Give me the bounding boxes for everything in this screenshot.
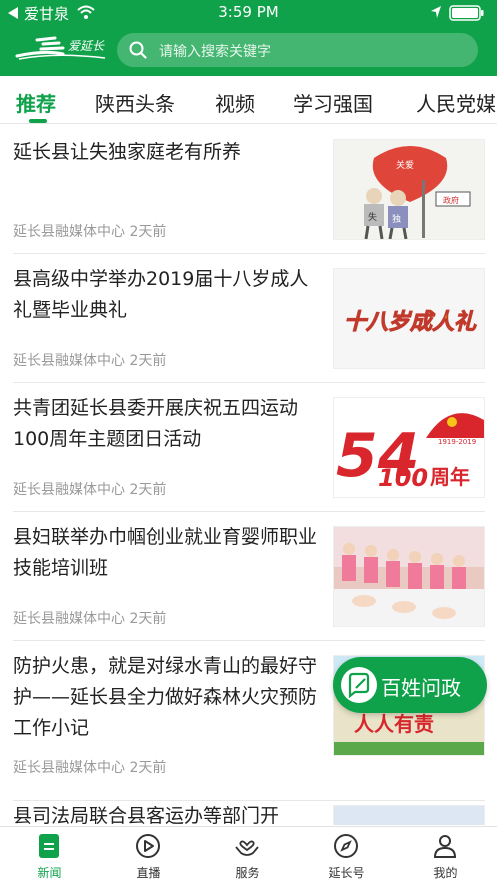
nav-news-label: 新闻 xyxy=(37,866,62,880)
active-tab-indicator xyxy=(29,119,47,123)
location-arrow-icon xyxy=(431,6,441,18)
compass-icon xyxy=(334,834,358,858)
tab-xuexi-qiangguo[interactable]: 学习强国 xyxy=(293,88,373,117)
nav-news[interactable]: 新闻 xyxy=(0,827,99,883)
tab-peoples-party-media[interactable]: 人民党媒 xyxy=(416,88,496,117)
news-title: 共青团延长县委开展庆祝五四运动100周年主题团日活动 xyxy=(13,397,299,450)
nav-service-label: 服务 xyxy=(235,866,260,880)
news-source: 延长县融媒体中心 xyxy=(13,760,125,776)
nav-service[interactable]: 服务 xyxy=(198,827,297,883)
thumb-100-text: 100 xyxy=(378,464,428,492)
news-time: 2天前 xyxy=(129,611,167,627)
search-icon xyxy=(129,41,147,59)
news-icon xyxy=(39,834,59,858)
partial-thumbnail xyxy=(334,806,484,825)
news-item[interactable]: 共青团延长县委开展庆祝五四运动100周年主题团日活动 延长县融媒体中心 2天前 … xyxy=(13,383,485,512)
may-fourth-centennial-illustration: 1919-2019 54 100 周年 xyxy=(334,398,484,497)
care-elderly-illustration: 关爱 政府 失 独 xyxy=(334,140,484,239)
news-thumbnail: 1919-2019 54 100 周年 xyxy=(333,397,485,498)
news-source: 延长县融媒体中心 xyxy=(13,611,125,627)
logo-text: 爱延长 xyxy=(68,39,105,53)
news-item[interactable]: 延长县让失独家庭老有所养 延长县融媒体中心 2天前 关爱 政府 失 独 xyxy=(13,125,485,254)
person-icon xyxy=(433,835,457,858)
top-bar: 爱甘泉 3:59 PM 爱延长 请输入搜索关键字 xyxy=(0,0,497,76)
news-meta: 延长县融媒体中心 2天前 xyxy=(13,757,166,777)
news-title: 县妇联举办巾帼创业就业育婴师职业技能培训班 xyxy=(13,526,318,579)
news-thumbnail: 十八岁成人礼 xyxy=(333,268,485,369)
nav-live-label: 直播 xyxy=(136,866,161,880)
nanny-training-photo xyxy=(334,527,484,626)
news-meta: 延长县融媒体中心 2天前 xyxy=(13,350,166,370)
news-thumbnail xyxy=(333,805,485,825)
news-time: 2天前 xyxy=(129,482,167,498)
news-thumbnail: 关爱 政府 失 独 xyxy=(333,139,485,240)
news-item[interactable]: 县高级中学举办2019届十八岁成人礼暨毕业典礼 延长县融媒体中心 2天前 十八岁… xyxy=(13,254,485,383)
news-time: 2天前 xyxy=(129,224,167,240)
nav-live[interactable]: 直播 xyxy=(99,827,198,883)
status-bar: 爱甘泉 3:59 PM xyxy=(0,0,497,26)
public-inquiry-label: 百姓问政 xyxy=(381,676,461,700)
news-meta: 延长县融媒体中心 2天前 xyxy=(13,608,166,628)
tab-shaanxi-headlines[interactable]: 陕西头条 xyxy=(95,88,175,117)
news-item[interactable]: 县妇联举办巾帼创业就业育婴师职业技能培训班 延长县融媒体中心 2天前 xyxy=(13,512,485,641)
news-source: 延长县融媒体中心 xyxy=(13,482,125,498)
edit-bubble-icon xyxy=(341,667,377,703)
nav-yanchang-account-label: 延长号 xyxy=(328,866,365,880)
public-inquiry-button[interactable]: 百姓问政 xyxy=(333,657,487,713)
search-placeholder: 请输入搜索关键字 xyxy=(159,44,271,60)
nav-mine[interactable]: 我的 xyxy=(396,827,495,883)
thumb-figure-1-text: 失 xyxy=(368,211,377,223)
news-meta: 延长县融媒体中心 2天前 xyxy=(13,221,166,241)
news-time: 2天前 xyxy=(129,353,167,369)
tab-recommend[interactable]: 推荐 xyxy=(16,88,56,117)
service-heart-hand-icon xyxy=(235,840,259,856)
news-time: 2天前 xyxy=(129,760,167,776)
thumb-figure-2-text: 独 xyxy=(392,213,401,225)
bottom-nav: 新闻 直播 服务 延长号 我的 xyxy=(0,826,497,883)
channel-tabs: 推荐 陕西头条 视频 学习强国 人民党媒 xyxy=(0,76,497,124)
thumb-gov-text: 政府 xyxy=(443,195,459,205)
nav-yanchang-account[interactable]: 延长号 xyxy=(297,827,396,883)
news-title: 县司法局联合县客运办等部门开 xyxy=(13,805,280,825)
nav-mine-label: 我的 xyxy=(433,866,458,880)
status-time: 3:59 PM xyxy=(218,3,279,21)
search-input[interactable]: 请输入搜索关键字 xyxy=(117,33,478,67)
news-feed[interactable]: 延长县让失独家庭老有所养 延长县融媒体中心 2天前 关爱 政府 失 独 县高级中… xyxy=(0,125,497,825)
thumb-years-text: 1919-2019 xyxy=(438,438,476,446)
thumb-everyone-text: 人人有责 xyxy=(354,712,434,736)
news-meta: 延长县融媒体中心 2天前 xyxy=(13,479,166,499)
news-title: 延长县让失独家庭老有所养 xyxy=(13,141,242,163)
news-title: 县高级中学举办2019届十八岁成人礼暨毕业典礼 xyxy=(13,268,309,321)
news-thumbnail xyxy=(333,526,485,627)
thumb-coming-of-age-text: 十八岁成人礼 xyxy=(344,309,477,335)
tab-video[interactable]: 视频 xyxy=(215,88,255,117)
news-item[interactable]: 县司法局联合县客运办等部门开 xyxy=(13,801,485,825)
thumb-anniversary-text: 周年 xyxy=(430,465,470,489)
news-source: 延长县融媒体中心 xyxy=(13,353,125,369)
news-title: 防护火患，就是对绿水青山的最好守护——延长县全力做好森林火灾预防工作小记 xyxy=(13,655,318,739)
battery-icon xyxy=(449,5,484,21)
live-play-icon xyxy=(136,834,160,858)
news-source: 延长县融媒体中心 xyxy=(13,224,125,240)
coming-of-age-illustration: 十八岁成人礼 xyxy=(334,269,484,368)
thumb-heart-text: 关爱 xyxy=(396,159,414,171)
